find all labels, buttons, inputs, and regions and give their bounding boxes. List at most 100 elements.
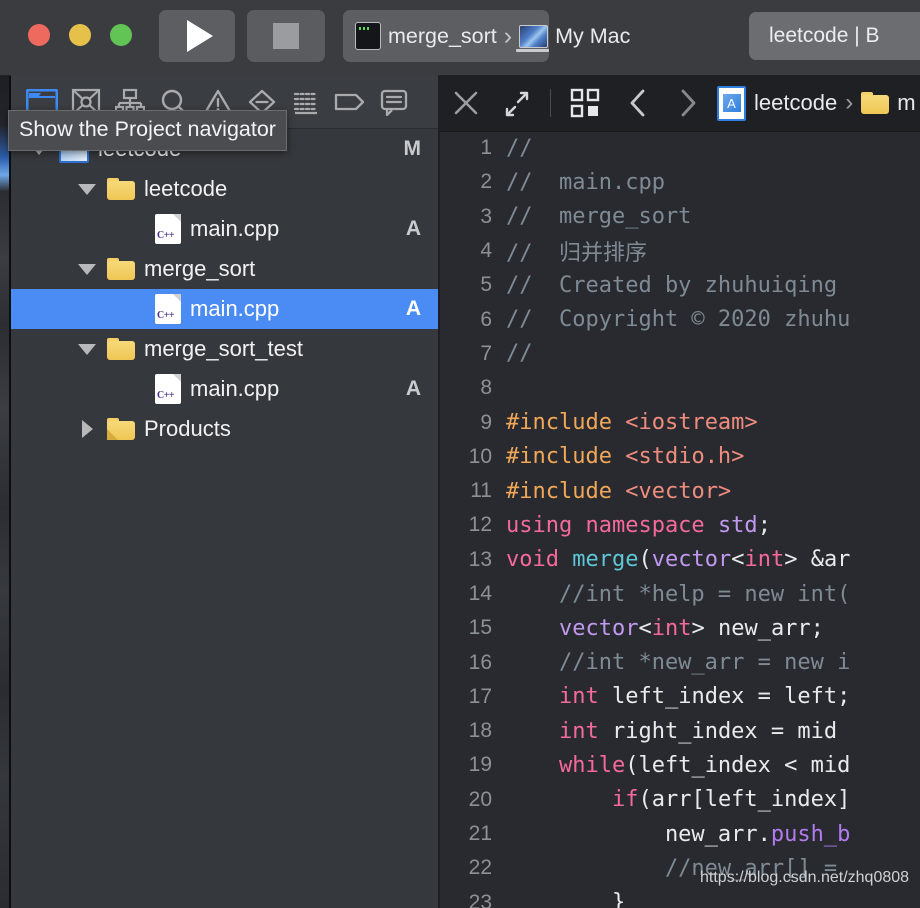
report-navigator-icon[interactable]	[372, 80, 416, 124]
xcode-project-icon: A	[717, 85, 746, 121]
status-bar[interactable]: leetcode | B	[749, 12, 920, 60]
code-line[interactable]: 23 }	[440, 886, 920, 908]
code-line-text: //int *help = new int(	[506, 581, 851, 607]
code-line[interactable]: 21 new_arr.push_b	[440, 817, 920, 851]
line-number: 21	[468, 822, 492, 846]
code-line[interactable]: 10 #include <stdio.h>	[440, 440, 920, 474]
code-line[interactable]: 2 // main.cpp	[440, 165, 920, 199]
tree-row-label: leetcode	[144, 176, 228, 201]
code-line-text: int left_index = left;	[558, 684, 851, 710]
navigator-tooltip: Show the Project navigator	[8, 110, 287, 151]
tree-row[interactable]: main.cpp A	[11, 289, 438, 329]
code-line[interactable]: 19 while(left_index < mid	[440, 748, 920, 782]
debug-navigator-icon[interactable]	[284, 80, 328, 124]
code-line[interactable]: 4 // 归并排序	[440, 234, 920, 268]
code-line[interactable]: 16 //int *new_arr = new i	[440, 645, 920, 679]
scheme-selector[interactable]: merge_sort › My Mac	[343, 10, 630, 62]
tree-row-label: main.cpp	[190, 216, 280, 241]
code-line[interactable]: 11 #include <vector>	[440, 474, 920, 508]
code-editor[interactable]: 1 // 2 // main.cpp 3 // merge_sort 4 // 归并排序 5 //…	[440, 131, 920, 908]
line-number: 20	[468, 787, 492, 811]
code-line-text: //	[506, 135, 533, 161]
code-line[interactable]: 7 //	[440, 337, 920, 371]
project-file-tree[interactable]: leetcodeMleetcodemain.cppAmerge_sortmain…	[11, 129, 438, 908]
code-line-text: if(arr[left_index]	[611, 787, 851, 813]
tree-row-status-badge: M	[403, 137, 422, 160]
code-line[interactable]: 6 // Copyright © 2020 zhuhu	[440, 302, 920, 336]
breadcrumb-item-folder[interactable]: m	[897, 90, 915, 116]
line-number: 10	[468, 444, 492, 468]
line-number: 15	[468, 616, 492, 640]
folder-icon	[107, 258, 135, 280]
tree-row[interactable]: merge_sort_test	[11, 329, 438, 369]
close-editor-icon[interactable]	[440, 75, 492, 131]
code-line-text: #include <stdio.h>	[506, 444, 745, 470]
breakpoint-navigator-icon[interactable]	[328, 80, 372, 124]
code-line-text: using namespace std;	[506, 512, 771, 538]
code-line[interactable]: 17 int left_index = left;	[440, 680, 920, 714]
tree-row[interactable]: merge_sort	[11, 249, 438, 289]
code-line-text: // Copyright © 2020 zhuhu	[506, 307, 851, 333]
code-line-text: #include <vector>	[506, 478, 732, 504]
stop-icon	[273, 23, 299, 49]
disclosure-triangle-icon[interactable]	[77, 183, 97, 195]
line-number: 14	[468, 582, 492, 605]
navigate-back-icon[interactable]	[613, 75, 663, 131]
window-toolbar: merge_sort › My Mac leetcode | B	[0, 0, 920, 76]
code-line[interactable]: 8	[440, 371, 920, 405]
tree-row-status-badge: A	[405, 217, 421, 240]
code-line-text: while(left_index < mid	[558, 752, 851, 778]
tree-row-label: Products	[144, 416, 231, 441]
code-line[interactable]: 9 #include <iostream>	[440, 405, 920, 439]
line-number: 16	[468, 650, 492, 674]
code-line[interactable]: 5 // Created by zhuhuiqing	[440, 268, 920, 302]
disclosure-triangle-icon[interactable]	[77, 420, 97, 438]
close-window-button[interactable]	[28, 24, 50, 46]
tree-row-status-badge: A	[405, 297, 421, 320]
line-number: 1	[480, 136, 492, 160]
line-number: 4	[480, 239, 492, 263]
code-line-text: // main.cpp	[506, 169, 665, 195]
code-line[interactable]: 14 //int *help = new int(	[440, 577, 920, 611]
line-number: 11	[470, 479, 492, 503]
disclosure-triangle-icon[interactable]	[77, 343, 97, 355]
code-line[interactable]: 1 //	[440, 131, 920, 165]
line-number: 8	[480, 376, 492, 400]
breadcrumb[interactable]: A leetcode › m	[713, 85, 916, 121]
folder-icon	[107, 338, 135, 360]
scheme-destination: My Mac	[555, 23, 631, 48]
cpp-file-icon	[155, 374, 181, 404]
tree-row[interactable]: main.cpp A	[11, 209, 438, 249]
code-line[interactable]: 18 int right_index = mid	[440, 714, 920, 748]
line-number: 13	[468, 547, 492, 571]
code-line[interactable]: 20 if(arr[left_index]	[440, 783, 920, 817]
disclosure-triangle-icon[interactable]	[77, 263, 97, 275]
tree-row[interactable]: main.cpp A	[11, 369, 438, 409]
breadcrumb-item-project[interactable]: leetcode	[754, 90, 837, 116]
code-line-text: // merge_sort	[506, 204, 692, 230]
line-number: 6	[480, 307, 492, 331]
tree-row[interactable]: leetcode	[11, 169, 438, 209]
cpp-file-icon	[155, 294, 181, 324]
code-line[interactable]: 3 // merge_sort	[440, 200, 920, 234]
line-number: 17	[468, 684, 492, 708]
line-number: 9	[480, 410, 492, 434]
toolbar-divider	[550, 89, 551, 117]
zoom-window-button[interactable]	[110, 24, 132, 46]
code-line[interactable]: 15 vector<int> new_arr;	[440, 611, 920, 645]
code-line[interactable]: 13 void merge(vector<int> &ar	[440, 543, 920, 577]
stop-button[interactable]	[247, 10, 325, 62]
line-number: 7	[480, 341, 492, 365]
code-line[interactable]: 12 using namespace std;	[440, 508, 920, 542]
tree-row[interactable]: Products	[11, 409, 438, 449]
related-items-icon[interactable]	[557, 75, 613, 131]
editor-toolbar: A leetcode › m	[440, 75, 920, 132]
run-button[interactable]	[159, 10, 235, 62]
navigate-forward-icon[interactable]	[663, 75, 713, 131]
background-window-strip	[0, 75, 9, 908]
minimize-window-button[interactable]	[69, 24, 91, 46]
tooltip-text: Show the Project navigator	[19, 117, 276, 141]
collapse-editor-icon[interactable]	[492, 75, 544, 131]
scheme-separator: ›	[503, 21, 513, 50]
editor-panel: A leetcode › m 1 // 2 // main.cpp 3 // merge_…	[440, 75, 920, 908]
